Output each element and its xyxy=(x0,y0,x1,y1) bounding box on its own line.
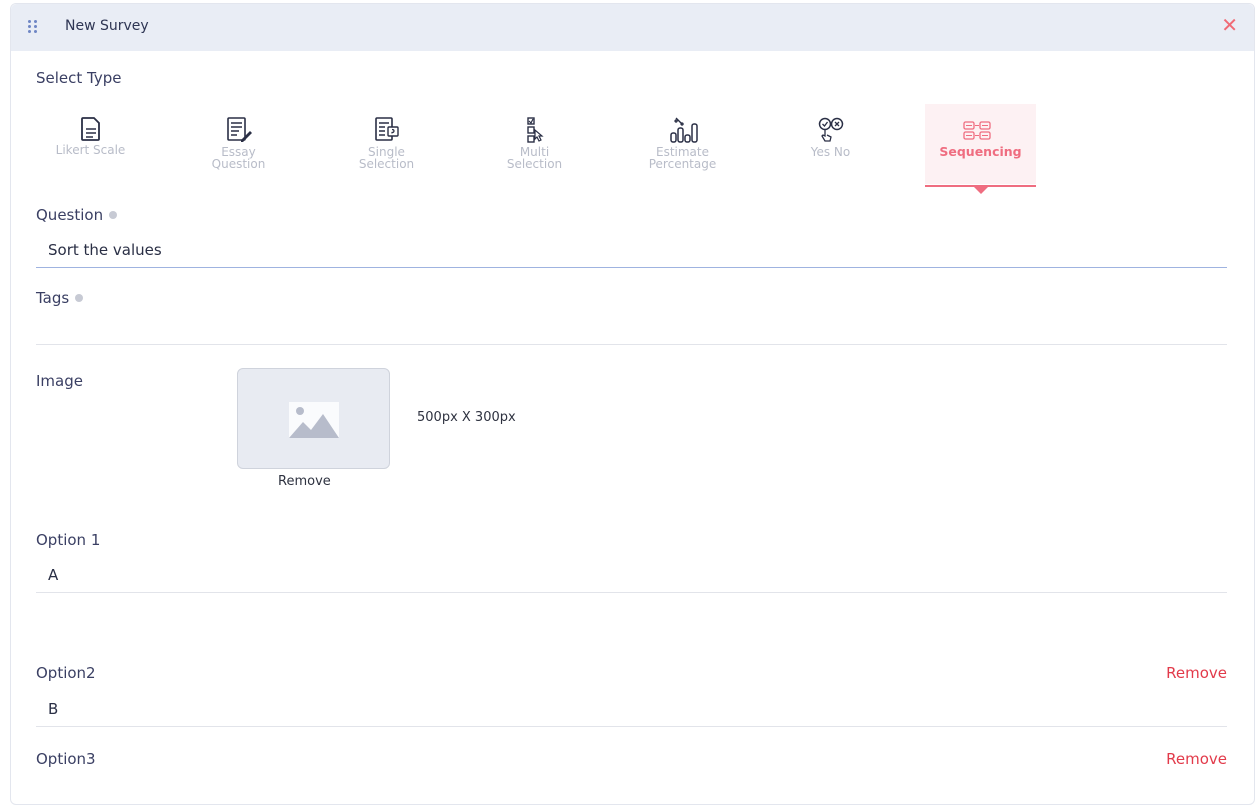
type-single-selection[interactable]: Single Selection xyxy=(331,104,442,184)
image-placeholder-icon xyxy=(289,402,339,438)
image-label: Image xyxy=(36,372,83,390)
select-type-label: Select Type xyxy=(36,69,122,87)
option-1-input[interactable]: A xyxy=(48,566,58,584)
option-3-label: Option3 xyxy=(36,750,96,768)
type-label: Yes No xyxy=(810,145,851,159)
image-remove-button[interactable]: Remove xyxy=(278,474,331,489)
option-2-underline xyxy=(36,726,1227,727)
type-label-line2: Selection xyxy=(358,157,415,171)
single-selection-icon xyxy=(374,117,399,141)
type-label-line2: Selection xyxy=(506,157,563,171)
close-icon[interactable]: ✕ xyxy=(1221,15,1238,35)
info-icon[interactable] xyxy=(75,293,84,302)
tags-input-underline xyxy=(36,344,1227,345)
tags-label-text: Tags xyxy=(36,289,70,307)
panel-header: New Survey ✕ xyxy=(11,4,1254,51)
type-multi-selection[interactable]: Multi Selection xyxy=(479,104,590,184)
question-label-text: Question xyxy=(36,206,104,224)
type-sequencing[interactable]: Sequencing xyxy=(925,104,1036,194)
question-input[interactable]: Sort the values xyxy=(48,241,162,259)
panel-title: New Survey xyxy=(65,18,149,34)
option-1-underline xyxy=(36,592,1227,593)
option-1-label: Option 1 xyxy=(36,531,101,549)
document-icon xyxy=(80,117,100,141)
type-label: Sequencing xyxy=(939,144,1022,159)
option-2-label: Option2 xyxy=(36,664,96,682)
multi-selection-icon xyxy=(526,117,544,143)
yes-no-icon xyxy=(818,117,843,142)
type-likert-scale[interactable]: Likert Scale xyxy=(35,104,146,184)
sequencing-icon xyxy=(962,121,991,140)
percentage-chart-icon xyxy=(669,117,698,143)
type-essay-question[interactable]: Essay Question xyxy=(183,104,294,184)
drag-handle-icon[interactable] xyxy=(28,20,38,34)
image-upload-box[interactable] xyxy=(237,368,390,469)
question-label: Question xyxy=(36,206,118,224)
tags-input[interactable] xyxy=(48,316,1218,340)
type-yes-no[interactable]: Yes No xyxy=(775,104,886,184)
type-label-line2: Percentage xyxy=(648,157,717,171)
image-size-text: 500px X 300px xyxy=(417,410,516,425)
type-label: Likert Scale xyxy=(55,143,126,157)
type-label-line2: Question xyxy=(211,157,266,171)
type-estimate-percentage[interactable]: Estimate Percentage xyxy=(627,104,738,184)
active-caret xyxy=(974,187,988,194)
question-input-underline xyxy=(36,267,1227,268)
tags-label: Tags xyxy=(36,289,84,307)
option-2-remove-button[interactable]: Remove xyxy=(1166,664,1227,682)
essay-icon xyxy=(226,117,252,142)
option-2-input[interactable]: B xyxy=(48,700,58,718)
info-icon[interactable] xyxy=(109,210,118,219)
option-3-remove-button[interactable]: Remove xyxy=(1166,750,1227,768)
